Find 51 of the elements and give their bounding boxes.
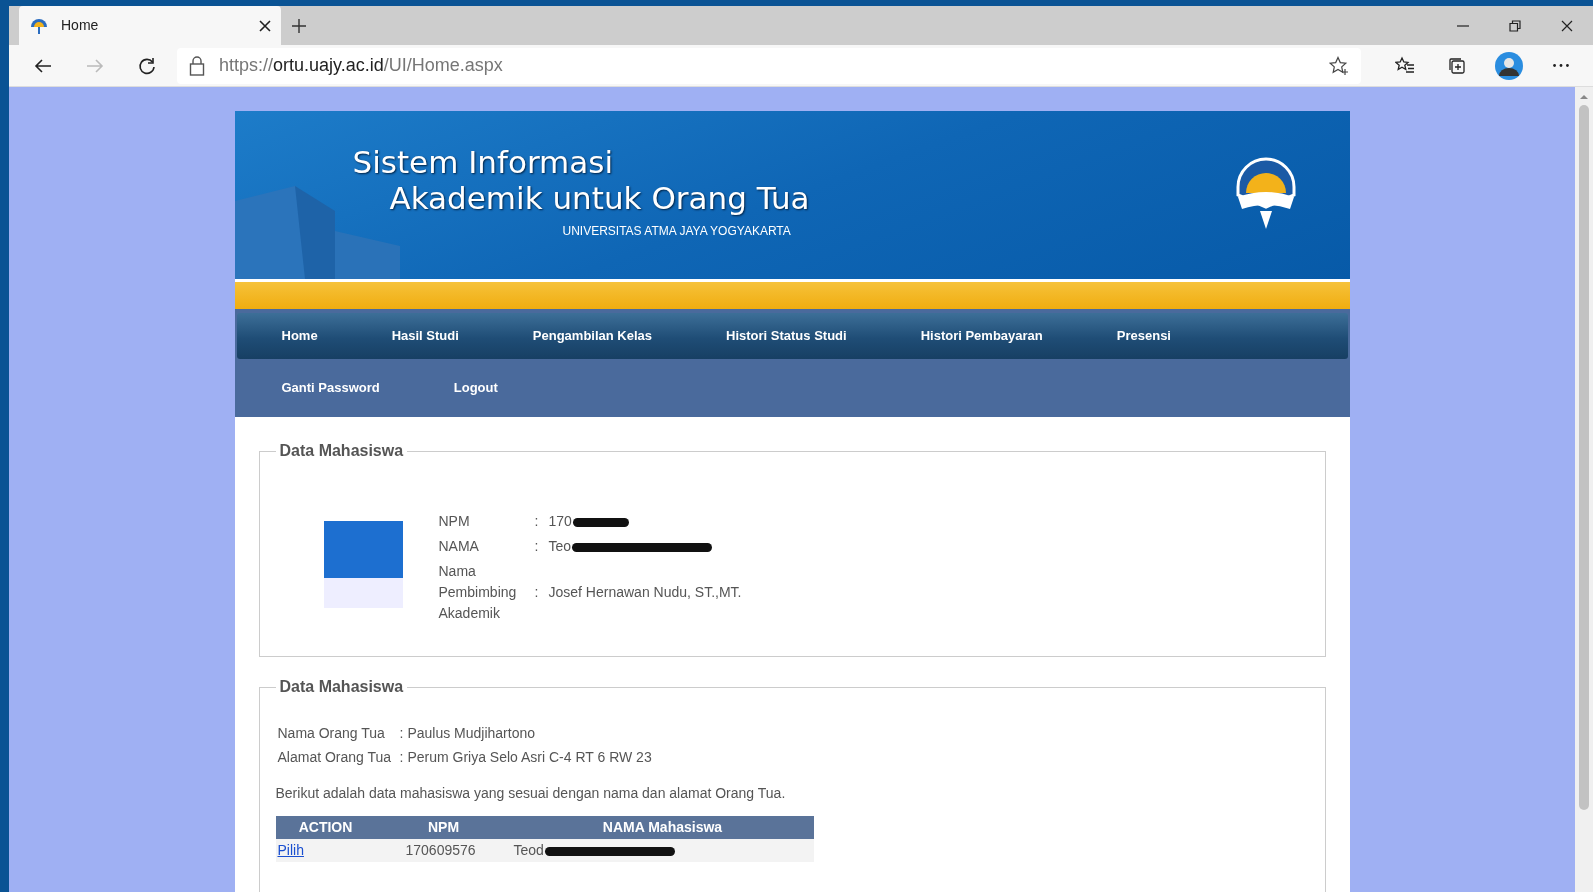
tab-title: Home [61,16,100,35]
field-label: Alamat Orang Tua [277,748,393,767]
field-value: Josef Hernawan Nudu, ST.,MT. [548,584,742,600]
panel-legend: Data Mahasiswa [275,441,408,461]
site-title: Akademik untuk Orang Tua [389,180,810,216]
site-title: Sistem Informasi [352,144,615,180]
separator-text: : [534,538,539,554]
menu-link[interactable]: Hasil Studi [391,326,459,346]
table-cell: Teod [513,842,544,858]
university-name: UNIVERSITAS ATMA JAYA YOGYAKARTA [562,223,792,240]
separator-text: : [534,584,539,600]
separator-text: : [534,513,539,529]
lock-icon [189,55,205,76]
menu-link[interactable]: Histori Status Studi [726,326,847,346]
intro-text: Berikut adalah data mahasiswa yang sesuai dengan nama dan alamat Orang Tua. [275,784,787,803]
column-header: NAMA Mahasiswa [511,816,814,839]
separator-text: : [399,724,404,743]
field-value: 170 [548,513,572,529]
menu-link[interactable]: Logout [453,378,498,398]
add-favorite-button[interactable] [1329,55,1349,76]
menu-link[interactable]: Presensi [1116,326,1171,346]
close-icon [1561,19,1573,32]
avatar-silhouette-icon [1495,51,1523,80]
field-label: NPM [438,513,470,529]
field-label: Nama Pembimbing Akademik [438,563,517,621]
menu-link[interactable]: Home [281,326,318,346]
close-tab-button[interactable] [259,19,271,32]
scroll-up-icon[interactable] [1580,93,1588,101]
star-plus-icon [1329,55,1349,76]
field-value: Perum Griya Selo Asri C-4 RT 6 RW 23 [407,748,652,767]
browser-tab[interactable]: Home [19,6,281,45]
select-link[interactable]: Pilih [277,842,304,858]
menu-link[interactable]: Histori Pembayaran [920,326,1043,346]
separator-text: : [399,748,404,767]
field-label: NAMA [438,538,479,554]
table-cell: 170609576 [405,842,476,858]
column-header: NPM [375,816,512,839]
column-header: ACTION [275,816,376,839]
field-value: Teo [548,538,572,554]
restore-icon [1509,19,1521,32]
panel-legend: Data Mahasiswa [275,677,408,697]
plus-icon [291,17,307,34]
field-label: Nama Orang Tua [277,724,386,743]
more-icon [1553,64,1569,67]
refresh-icon [137,55,157,76]
collections-icon [1447,55,1467,76]
scrollbar[interactable] [1575,87,1593,892]
menu-link[interactable]: Ganti Password [281,378,380,398]
field-value: Paulus Mudjihartono [407,724,536,743]
menu-link[interactable]: Pengambilan Kelas [532,326,653,346]
favorites-icon [1395,55,1415,76]
